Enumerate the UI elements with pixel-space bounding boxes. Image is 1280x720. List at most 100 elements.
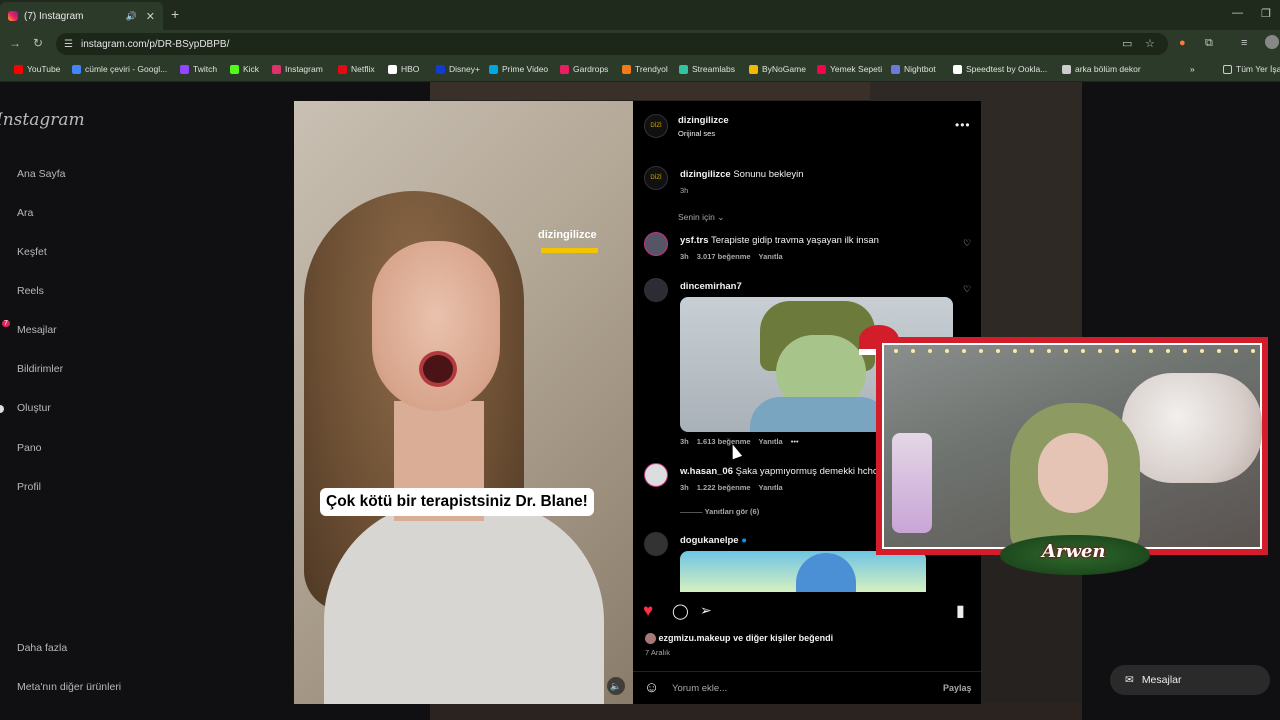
nav-explore[interactable]: Keşfet: [17, 246, 47, 258]
extension-fox-icon[interactable]: ●: [1179, 37, 1186, 49]
close-tab-icon[interactable]: ✕: [146, 10, 155, 23]
speaker-icon[interactable]: 🔊: [126, 11, 137, 22]
nav-meta-products[interactable]: Meta'nın diğer ürünleri: [17, 681, 121, 693]
bookmark-item[interactable]: Nightbot: [891, 64, 936, 74]
bookmarks-overflow-icon[interactable]: »: [1190, 64, 1195, 74]
comment-like-heart-icon[interactable]: ♡: [963, 238, 971, 249]
share-send-icon[interactable]: ➢: [700, 602, 712, 619]
bookmark-item[interactable]: Prime Video: [489, 64, 548, 74]
reply-link[interactable]: Yanıtla: [759, 252, 783, 261]
bookmark-item[interactable]: Kick: [230, 64, 259, 74]
instagram-sidebar: Instagram Ana Sayfa Ara Keşfet Reels 7 M…: [0, 82, 170, 720]
bookmark-item[interactable]: YouTube: [14, 64, 60, 74]
like-heart-icon[interactable]: ♥: [643, 601, 653, 621]
bookmark-item[interactable]: ByNoGame: [749, 64, 806, 74]
comment-likes[interactable]: 1.222 beğenme: [697, 483, 751, 492]
nav-notifications[interactable]: Bildirimler: [17, 363, 63, 375]
bookmark-item[interactable]: Speedtest by Ookla...: [953, 64, 1047, 74]
bookmark-label: Instagram: [285, 64, 323, 74]
comment-time: 3h: [680, 252, 689, 261]
post-actions: ♥ ◯ ➢ ▮: [633, 601, 981, 625]
bookmark-item[interactable]: HBO: [388, 64, 419, 74]
comment-avatar[interactable]: [644, 463, 668, 487]
comment-options-icon[interactable]: •••: [791, 437, 799, 446]
comment-sort-dropdown[interactable]: Senin için ⌄: [678, 212, 724, 223]
bookmark-item[interactable]: Streamlabs: [679, 64, 735, 74]
bookmark-item[interactable]: Instagram: [272, 64, 323, 74]
nav-profile[interactable]: Profil: [17, 481, 41, 493]
bookmark-item[interactable]: Disney+: [436, 64, 480, 74]
comment-like-heart-icon[interactable]: ♡: [963, 284, 971, 295]
nav-create-icon[interactable]: [0, 405, 4, 413]
minimize-icon[interactable]: —: [1232, 7, 1243, 19]
all-bookmarks-folder[interactable]: Tüm Yer İşa: [1223, 64, 1280, 74]
view-replies-link[interactable]: ——— Yanıtları gör (6): [680, 507, 767, 516]
nav-home[interactable]: Ana Sayfa: [17, 168, 65, 180]
emoji-icon[interactable]: ☺: [644, 679, 659, 696]
comment-user[interactable]: dogukanelpe: [680, 535, 739, 546]
video-frame-mouth: [419, 351, 457, 387]
extensions-puzzle-icon[interactable]: ⧉: [1205, 37, 1213, 50]
comment-bubble-icon[interactable]: ◯: [672, 602, 689, 620]
reply-link[interactable]: Yanıtla: [759, 437, 783, 446]
bookmark-item[interactable]: Netflix: [338, 64, 375, 74]
new-tab-button[interactable]: +: [171, 6, 179, 22]
post-audio[interactable]: Orijinal ses: [678, 129, 715, 138]
likes-summary: ezgmizu.makeup ve diğer kişiler beğendi: [645, 633, 833, 645]
reply-link[interactable]: Yanıtla: [759, 483, 783, 492]
reload-icon[interactable]: ↻: [33, 36, 43, 50]
more-options-icon[interactable]: •••: [955, 118, 971, 132]
nav-search[interactable]: Ara: [17, 207, 33, 219]
nav-messages[interactable]: Mesajlar: [17, 324, 57, 336]
cast-icon[interactable]: ▭: [1122, 37, 1132, 50]
save-bookmark-icon[interactable]: ▮: [956, 601, 965, 621]
author-avatar[interactable]: DİZİ: [644, 114, 668, 138]
instagram-logo[interactable]: Instagram: [0, 110, 85, 130]
comment-user[interactable]: dincemirhan7: [680, 281, 742, 292]
nav-reels[interactable]: Reels: [17, 285, 44, 297]
nav-dashboard[interactable]: Pano: [17, 442, 42, 454]
fairy-light: [911, 349, 915, 353]
caption-avatar[interactable]: DİZİ: [644, 166, 668, 190]
webcam-overlay: [876, 337, 1268, 555]
profile-avatar-icon[interactable]: [1265, 35, 1279, 49]
comment-time: 3h: [680, 437, 689, 446]
url-field[interactable]: ☰ instagram.com/p/DR-BSypDBPB/: [56, 33, 1168, 55]
post-author[interactable]: dizingilizce: [678, 115, 729, 126]
liker-user[interactable]: ezgmizu.makeup: [659, 633, 731, 643]
bookmark-favicon-icon: [749, 64, 758, 74]
reel-video[interactable]: dizingilizce Çok kötü bir terapistsiniz …: [294, 101, 633, 704]
caption-user[interactable]: dizingilizce: [680, 169, 731, 180]
nav-more[interactable]: Daha fazla: [17, 642, 67, 654]
bookmark-item[interactable]: arka bölüm dekor: [1062, 64, 1141, 74]
comment-avatar[interactable]: [644, 232, 668, 256]
comment-input[interactable]: Yorum ekle...: [672, 683, 727, 694]
comment-likes[interactable]: 3.017 beğenme: [697, 252, 751, 261]
caption: dizingilizce Sonunu bekleyin: [680, 169, 804, 180]
messages-pill[interactable]: ✉ Mesajlar: [1110, 665, 1270, 695]
comment-avatar[interactable]: [644, 532, 668, 556]
nav-create[interactable]: Oluştur: [17, 402, 51, 414]
caption-time: 3h: [680, 186, 689, 195]
bookmark-item[interactable]: Yemek Sepeti: [817, 64, 882, 74]
likes-rest[interactable]: ve diğer kişiler beğendi: [733, 633, 833, 643]
comment-likes[interactable]: 1.613 beğenme: [697, 437, 751, 446]
fairy-light: [1081, 349, 1085, 353]
comment-user[interactable]: w.hasan_06: [680, 466, 733, 477]
forward-icon[interactable]: →: [9, 36, 21, 50]
volume-icon[interactable]: 🔈: [607, 677, 625, 695]
tab-search-icon[interactable]: ≡: [1241, 37, 1247, 49]
bookmark-item[interactable]: Trendyol: [622, 64, 668, 74]
bookmark-star-icon[interactable]: ☆: [1145, 37, 1155, 50]
maximize-icon[interactable]: ❐: [1261, 7, 1271, 20]
comment-avatar[interactable]: [644, 278, 668, 302]
liker-avatar[interactable]: [645, 633, 656, 645]
site-info-icon[interactable]: ☰: [64, 39, 73, 50]
bookmark-item[interactable]: cümle çeviri - Googl...: [72, 64, 167, 74]
browser-tab[interactable]: (7) Instagram 🔊 ✕: [0, 2, 163, 30]
bookmark-item[interactable]: Twitch: [180, 64, 217, 74]
bookmark-item[interactable]: Gardrops: [560, 64, 608, 74]
share-comment-button[interactable]: Paylaş: [943, 683, 972, 693]
view-replies-text: Yanıtları gör (6): [704, 507, 760, 516]
comment-user[interactable]: ysf.trs: [680, 235, 709, 246]
